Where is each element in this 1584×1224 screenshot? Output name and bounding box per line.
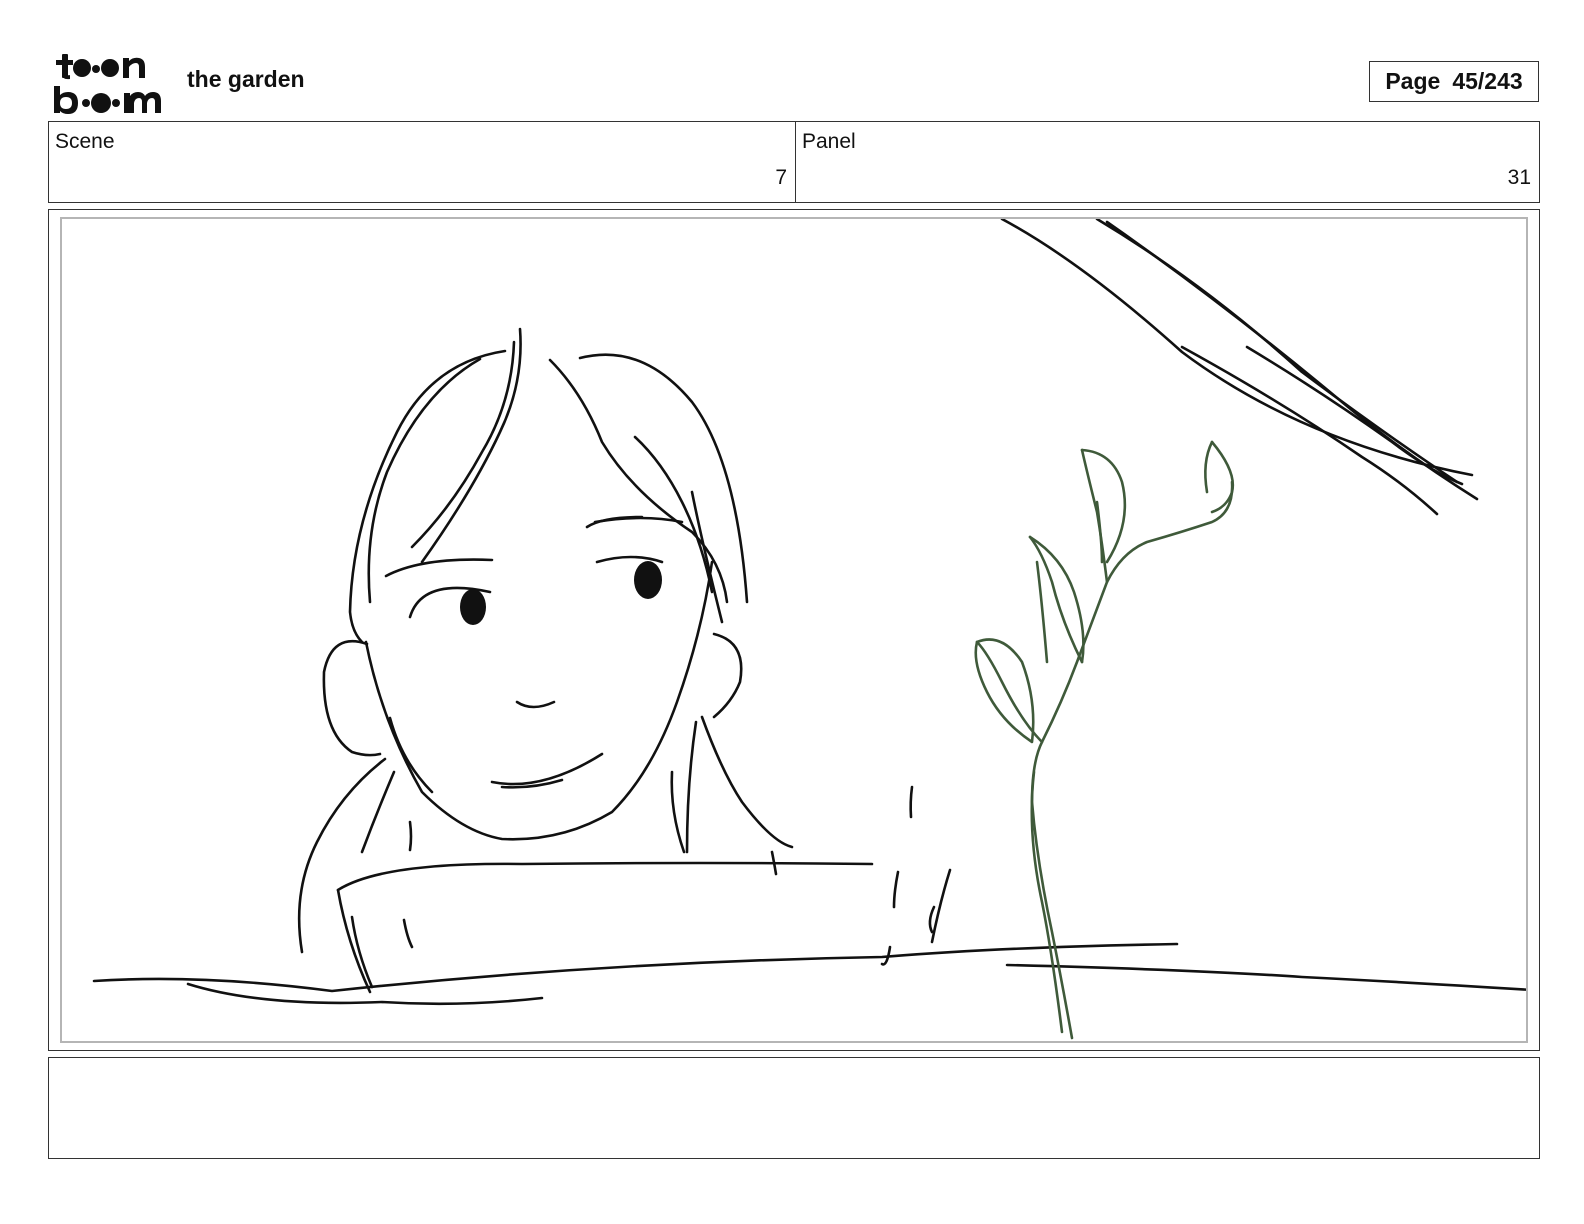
storyboard-sketch	[92, 219, 1526, 1040]
page-label: Page	[1385, 68, 1441, 94]
page-indicator: Page 45/243	[1369, 61, 1539, 102]
panel-cell: Panel 31	[796, 122, 1539, 202]
logo-mark	[54, 54, 161, 114]
panel-label: Panel	[802, 130, 856, 153]
project-title: the garden	[187, 66, 305, 92]
character-sketch	[92, 219, 1526, 1006]
page-number: 45/243	[1452, 68, 1523, 94]
scene-value: 7	[775, 166, 787, 189]
panel-value: 31	[1507, 166, 1531, 189]
notes-box[interactable]	[48, 1057, 1540, 1159]
scene-cell: Scene 7	[49, 122, 796, 202]
scene-panel-row: Scene 7 Panel 31	[48, 121, 1540, 203]
scene-label: Scene	[55, 130, 115, 153]
panel-drawing-area	[60, 217, 1528, 1043]
toon-boom-logo	[52, 52, 164, 114]
